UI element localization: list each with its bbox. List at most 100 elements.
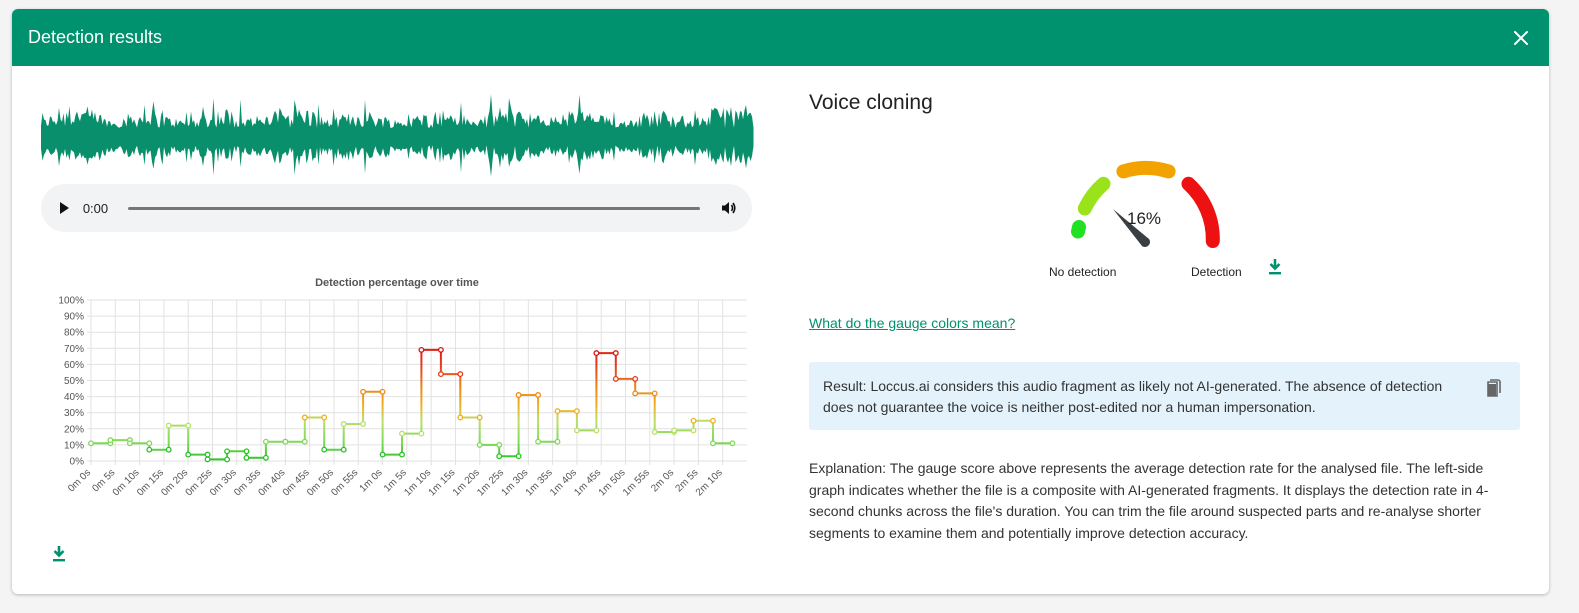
chart-data-point[interactable]	[379, 451, 386, 458]
chart-data-point[interactable]	[301, 438, 308, 445]
chart-x-tick-label: 0m 55s	[329, 467, 360, 498]
chart-y-tick-label: 0%	[70, 457, 85, 468]
detection-chart: Detection percentage over time 0% 10% 20% 3…	[41, 269, 754, 499]
gauge-segment-red	[1181, 176, 1220, 248]
chart-data-point[interactable]	[146, 440, 153, 447]
chart-data-point[interactable]	[535, 438, 542, 445]
chart-data-point[interactable]	[243, 448, 250, 455]
chart-y-tick-label: 40%	[64, 392, 84, 403]
chart-data-point[interactable]	[360, 421, 367, 427]
chart-data-point[interactable]	[204, 451, 211, 458]
chart-y-tick-label: 30%	[64, 408, 84, 419]
chart-x-tick-label: 1m 55s	[621, 467, 652, 498]
chart-data-point[interactable]	[399, 451, 405, 458]
chart-data-point[interactable]	[651, 429, 658, 435]
chart-data-point[interactable]	[379, 388, 386, 395]
detection-chart-svg: Detection percentage over time 0% 10% 20% 3…	[58, 277, 747, 498]
chart-data-point[interactable]	[165, 422, 172, 429]
detection-title: Voice cloning	[809, 91, 933, 114]
detection-results-dialog: Detection results 0:00 Detection percent…	[12, 9, 1549, 594]
chart-data-point[interactable]	[690, 427, 697, 434]
chart-data-point[interactable]	[418, 346, 425, 353]
chart-data-point[interactable]	[671, 427, 678, 434]
chart-data-point[interactable]	[282, 438, 289, 445]
gauge-download-icon[interactable]	[1266, 257, 1284, 277]
chart-data-point[interactable]	[262, 438, 269, 445]
chart-data-point[interactable]	[437, 371, 444, 378]
chart-title: Detection percentage over time	[315, 277, 479, 289]
close-icon[interactable]	[1509, 26, 1533, 50]
chart-data-point[interactable]	[340, 421, 347, 427]
copy-icon[interactable]	[1484, 379, 1504, 401]
chart-y-tick-label: 20%	[64, 424, 84, 435]
chart-y-tick-label: 10%	[64, 440, 84, 451]
explanation-text: Explanation: The gauge score above repre…	[809, 460, 1489, 541]
chart-data-point[interactable]	[729, 440, 736, 447]
chart-data-point[interactable]	[185, 451, 192, 458]
chart-data-point[interactable]	[321, 446, 328, 453]
chart-data-point[interactable]	[476, 414, 483, 421]
audio-current-time: 0:00	[82, 200, 109, 216]
dialog-header: Detection results	[12, 9, 1549, 66]
chart-data-point[interactable]	[301, 414, 308, 421]
chart-data-point[interactable]	[554, 438, 561, 445]
chart-x-tick-label: 0m 0s	[66, 467, 93, 494]
result-text: Result: Loccus.ai considers this audio f…	[823, 378, 1443, 415]
volume-icon[interactable]	[720, 199, 738, 217]
chart-data-point[interactable]	[573, 408, 580, 415]
chart-data-point[interactable]	[573, 427, 580, 434]
audio-waveform[interactable]	[41, 91, 754, 185]
chart-data-point[interactable]	[437, 346, 444, 353]
chart-y-tick-label: 90%	[64, 312, 84, 323]
chart-x-tick-label: 2m 0s	[649, 467, 676, 494]
chart-data-point[interactable]	[126, 440, 133, 447]
chart-data-point[interactable]	[107, 437, 114, 444]
chart-data-point[interactable]	[185, 422, 192, 429]
chart-data-point[interactable]	[262, 454, 269, 461]
play-icon[interactable]	[57, 201, 71, 215]
audio-progress-slider[interactable]	[128, 206, 701, 210]
chart-data-point[interactable]	[710, 417, 716, 424]
chart-data-point[interactable]	[515, 453, 522, 460]
chart-data-point[interactable]	[340, 446, 347, 453]
chart-data-point[interactable]	[457, 371, 464, 378]
chart-data-point[interactable]	[690, 417, 697, 424]
chart-data-point[interactable]	[146, 446, 153, 453]
chart-data-point[interactable]	[418, 430, 425, 437]
gauge-segment-green	[1071, 220, 1086, 239]
chart-data-point[interactable]	[515, 392, 522, 398]
chart-data-point[interactable]	[612, 375, 619, 382]
chart-data-point[interactable]	[593, 350, 600, 357]
gauge-label-no-detection: No detection	[1049, 265, 1117, 279]
chart-y-tick-label: 80%	[64, 328, 84, 339]
chart-data-point[interactable]	[476, 441, 483, 448]
chart-data-point[interactable]	[243, 454, 250, 461]
chart-data-point[interactable]	[593, 427, 600, 434]
chart-data-point[interactable]	[360, 388, 367, 395]
chart-data-point[interactable]	[535, 392, 542, 398]
chart-data-point[interactable]	[399, 430, 405, 437]
download-icon[interactable]	[50, 544, 70, 564]
dialog-title: Detection results	[28, 27, 163, 47]
chart-data-point[interactable]	[88, 440, 94, 447]
chart-data-point[interactable]	[632, 375, 639, 382]
chart-y-tick-label: 100%	[58, 296, 84, 307]
chart-data-point[interactable]	[224, 448, 231, 455]
chart-data-point[interactable]	[457, 414, 464, 421]
chart-data-point[interactable]	[651, 390, 658, 397]
chart-data-point[interactable]	[710, 440, 716, 447]
chart-data-point[interactable]	[612, 350, 619, 357]
chart-data-point[interactable]	[224, 456, 231, 463]
audio-player: 0:00	[41, 184, 752, 232]
chart-data-point[interactable]	[321, 414, 328, 421]
chart-x-tick-label: 1m 0s	[358, 467, 385, 494]
chart-data-point[interactable]	[632, 390, 639, 397]
gauge-colors-link[interactable]: What do the gauge colors mean?	[809, 315, 1015, 331]
detection-gauge: 16%	[1071, 160, 1220, 248]
chart-data-point[interactable]	[204, 456, 211, 463]
chart-data-point[interactable]	[496, 453, 503, 460]
chart-data-point[interactable]	[165, 446, 172, 453]
chart-data-point[interactable]	[496, 441, 503, 448]
gauge-label-detection: Detection	[1191, 265, 1242, 279]
chart-data-point[interactable]	[554, 408, 561, 415]
